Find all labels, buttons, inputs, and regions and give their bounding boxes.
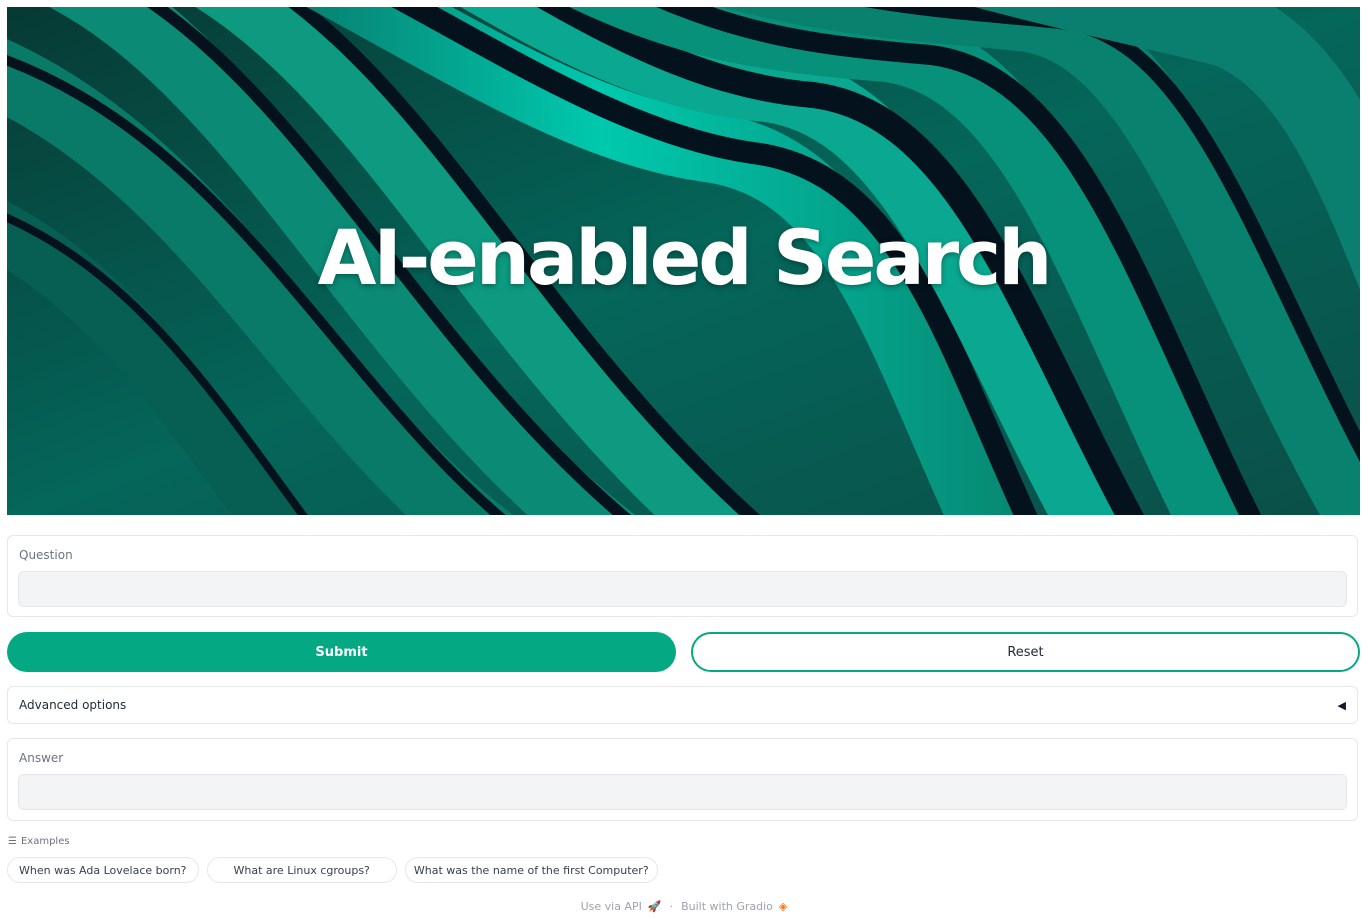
example-chip[interactable]: What are Linux cgroups? — [206, 857, 397, 883]
list-icon: ☰ — [8, 836, 17, 847]
app-page: AI-enabled Search Question Submit Reset … — [0, 0, 1368, 919]
answer-block: Answer — [7, 738, 1358, 821]
question-input[interactable] — [18, 571, 1347, 607]
built-with-gradio-label: Built with Gradio — [681, 900, 773, 913]
gradio-logo-icon: ◈ — [778, 900, 788, 913]
examples-header: ☰ Examples — [8, 836, 70, 847]
answer-label: Answer — [19, 751, 64, 765]
question-block: Question — [7, 535, 1358, 617]
rocket-icon: 🚀 — [647, 900, 662, 913]
example-chip[interactable]: What was the name of the first Computer? — [404, 857, 658, 883]
use-via-api-link[interactable]: Use via API 🚀 — [581, 900, 662, 913]
hero-banner: AI-enabled Search — [7, 7, 1360, 515]
banner-title: AI-enabled Search — [317, 213, 1053, 302]
submit-button[interactable]: Submit — [7, 632, 676, 672]
question-label: Question — [19, 548, 73, 562]
reset-button[interactable]: Reset — [691, 632, 1360, 672]
caret-left-icon: ◀ — [1337, 698, 1346, 712]
example-chip[interactable]: When was Ada Lovelace born? — [7, 857, 199, 883]
footer-separator: · — [669, 900, 674, 913]
examples-list: When was Ada Lovelace born? What are Lin… — [7, 857, 658, 883]
answer-output[interactable] — [18, 774, 1347, 810]
use-via-api-label: Use via API — [580, 900, 642, 913]
examples-label: Examples — [20, 836, 70, 847]
advanced-options-accordion[interactable]: Advanced options ◀ — [7, 686, 1358, 724]
built-with-gradio-link[interactable]: Built with Gradio ◈ — [681, 900, 787, 913]
footer: Use via API 🚀 · Built with Gradio ◈ — [0, 900, 1368, 913]
advanced-options-label: Advanced options — [19, 698, 127, 712]
